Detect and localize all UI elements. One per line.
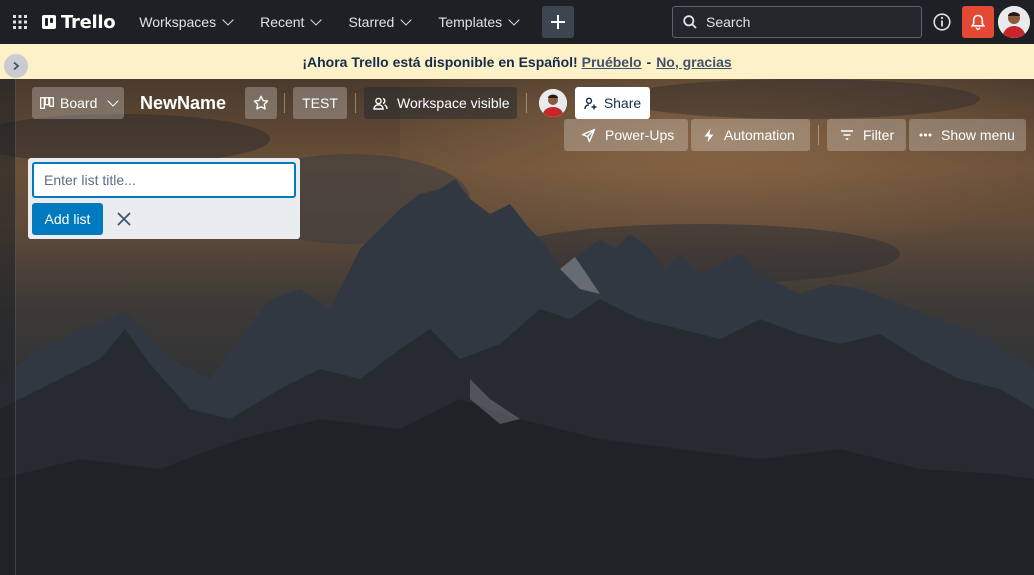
account-avatar[interactable] bbox=[998, 6, 1030, 38]
automation-label: Automation bbox=[724, 127, 795, 143]
chevron-right-icon bbox=[13, 61, 20, 71]
filter-label: Filter bbox=[863, 127, 895, 143]
info-icon bbox=[933, 13, 951, 31]
powerups-button[interactable]: Power-Ups bbox=[564, 119, 688, 151]
notifications-button[interactable] bbox=[962, 6, 994, 38]
star-board-button[interactable] bbox=[245, 87, 277, 119]
dismiss-banner-link[interactable]: No, gracias bbox=[656, 54, 731, 70]
grid-icon bbox=[13, 15, 27, 29]
banner-message: ¡Ahora Trello está disponible en Español… bbox=[302, 53, 578, 70]
add-list-composer: Add list bbox=[28, 158, 300, 239]
expand-sidebar-button[interactable] bbox=[4, 54, 28, 78]
nav-menu: Workspaces Recent Starred Templates bbox=[129, 6, 575, 38]
recent-label: Recent bbox=[260, 14, 305, 30]
search-label: Search bbox=[706, 14, 751, 30]
chevron-down-icon bbox=[107, 95, 120, 107]
share-button[interactable]: Share bbox=[575, 87, 650, 119]
bell-icon bbox=[971, 14, 985, 30]
avatar-image bbox=[998, 6, 1030, 38]
board-title[interactable]: NewName bbox=[134, 87, 232, 119]
trello-logo-icon bbox=[42, 15, 56, 29]
chevron-down-icon bbox=[310, 14, 323, 26]
board-member-avatar[interactable] bbox=[539, 89, 567, 117]
more-horizontal-icon bbox=[919, 133, 932, 137]
info-button[interactable] bbox=[929, 8, 955, 36]
automation-button[interactable]: Automation bbox=[691, 119, 810, 151]
search-input[interactable]: Search bbox=[672, 6, 922, 38]
chevron-down-icon bbox=[222, 14, 234, 26]
language-banner: ¡Ahora Trello está disponible en Español… bbox=[0, 44, 1034, 79]
board-background bbox=[0, 79, 1034, 575]
visibility-button[interactable]: Workspace visible bbox=[364, 87, 517, 119]
cancel-add-list-button[interactable] bbox=[110, 205, 138, 233]
rocket-icon bbox=[581, 128, 596, 142]
add-member-icon bbox=[583, 97, 597, 109]
list-title-input[interactable] bbox=[32, 162, 296, 198]
chevron-down-icon bbox=[508, 14, 520, 26]
sidebar-rail bbox=[0, 79, 16, 575]
lightning-icon bbox=[704, 128, 714, 142]
header-divider bbox=[526, 93, 527, 113]
templates-label: Templates bbox=[438, 14, 503, 30]
recent-menu-button[interactable]: Recent bbox=[250, 6, 330, 38]
starred-menu-button[interactable]: Starred bbox=[338, 6, 420, 38]
workspaces-menu-button[interactable]: Workspaces bbox=[129, 6, 242, 38]
mountain-background-image bbox=[0, 79, 1034, 575]
show-menu-label: Show menu bbox=[941, 127, 1015, 143]
workspaces-label: Workspaces bbox=[139, 14, 217, 30]
create-button[interactable] bbox=[542, 6, 575, 38]
app-switcher-button[interactable] bbox=[0, 0, 40, 44]
templates-menu-button[interactable]: Templates bbox=[428, 6, 528, 38]
banner-separator: - bbox=[646, 53, 652, 70]
logo-text: Trello bbox=[61, 11, 116, 33]
board-icon bbox=[40, 97, 54, 109]
add-list-button[interactable]: Add list bbox=[32, 203, 103, 235]
powerups-label: Power-Ups bbox=[605, 127, 675, 143]
visibility-label: Workspace visible bbox=[397, 95, 510, 111]
star-icon bbox=[253, 95, 269, 110]
header-divider bbox=[284, 93, 285, 113]
people-icon bbox=[373, 97, 388, 110]
filter-icon bbox=[841, 130, 853, 140]
share-label: Share bbox=[603, 95, 642, 111]
view-label: Board bbox=[60, 95, 98, 111]
search-icon bbox=[683, 15, 697, 29]
board-view-switcher[interactable]: Board bbox=[32, 87, 124, 119]
workspace-button[interactable]: TEST bbox=[293, 87, 347, 119]
header-divider bbox=[355, 93, 356, 113]
filter-button[interactable]: Filter bbox=[827, 119, 906, 151]
avatar-image bbox=[539, 89, 567, 117]
chevron-down-icon bbox=[400, 14, 413, 26]
plus-icon bbox=[551, 15, 566, 29]
starred-label: Starred bbox=[348, 14, 395, 30]
try-spanish-link[interactable]: Pruébelo bbox=[582, 54, 642, 70]
close-icon bbox=[117, 212, 131, 226]
header-divider bbox=[818, 125, 819, 145]
show-menu-button[interactable]: Show menu bbox=[909, 119, 1026, 151]
trello-logo[interactable]: Trello bbox=[42, 11, 116, 33]
